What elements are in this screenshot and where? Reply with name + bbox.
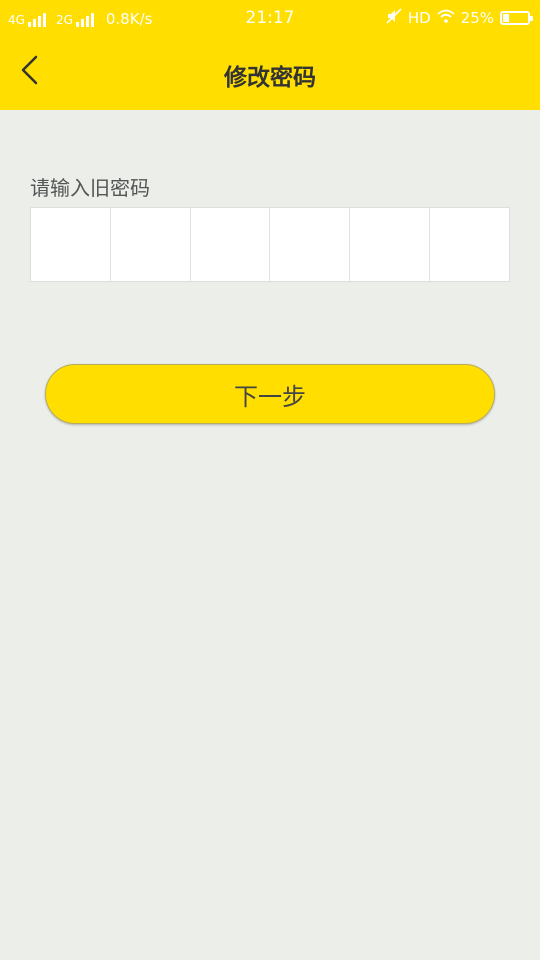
page-title: 修改密码	[224, 65, 316, 91]
password-digit-cell[interactable]	[31, 208, 111, 281]
hd-label: HD	[407, 9, 431, 27]
wifi-icon	[437, 9, 455, 27]
battery-percent: 25%	[460, 9, 494, 27]
password-digit-cell[interactable]	[111, 208, 191, 281]
nav-bar: 修改密码	[0, 36, 540, 110]
password-digit-cell[interactable]	[350, 208, 431, 281]
battery-icon	[500, 11, 533, 25]
password-code-input[interactable]	[30, 207, 510, 282]
mute-icon	[386, 8, 402, 28]
status-bar: 4G 2G 0.8K/s 21:17 HD 25%	[0, 0, 540, 36]
old-password-label: 请输入旧密码	[30, 176, 150, 200]
top-bar: 4G 2G 0.8K/s 21:17 HD 25% 修改密码	[0, 0, 540, 110]
password-digit-cell[interactable]	[191, 208, 271, 281]
password-digit-cell[interactable]	[270, 208, 351, 281]
password-digit-cell[interactable]	[430, 208, 509, 281]
status-right: HD 25%	[380, 8, 533, 28]
next-step-button[interactable]: 下一步	[45, 364, 495, 424]
